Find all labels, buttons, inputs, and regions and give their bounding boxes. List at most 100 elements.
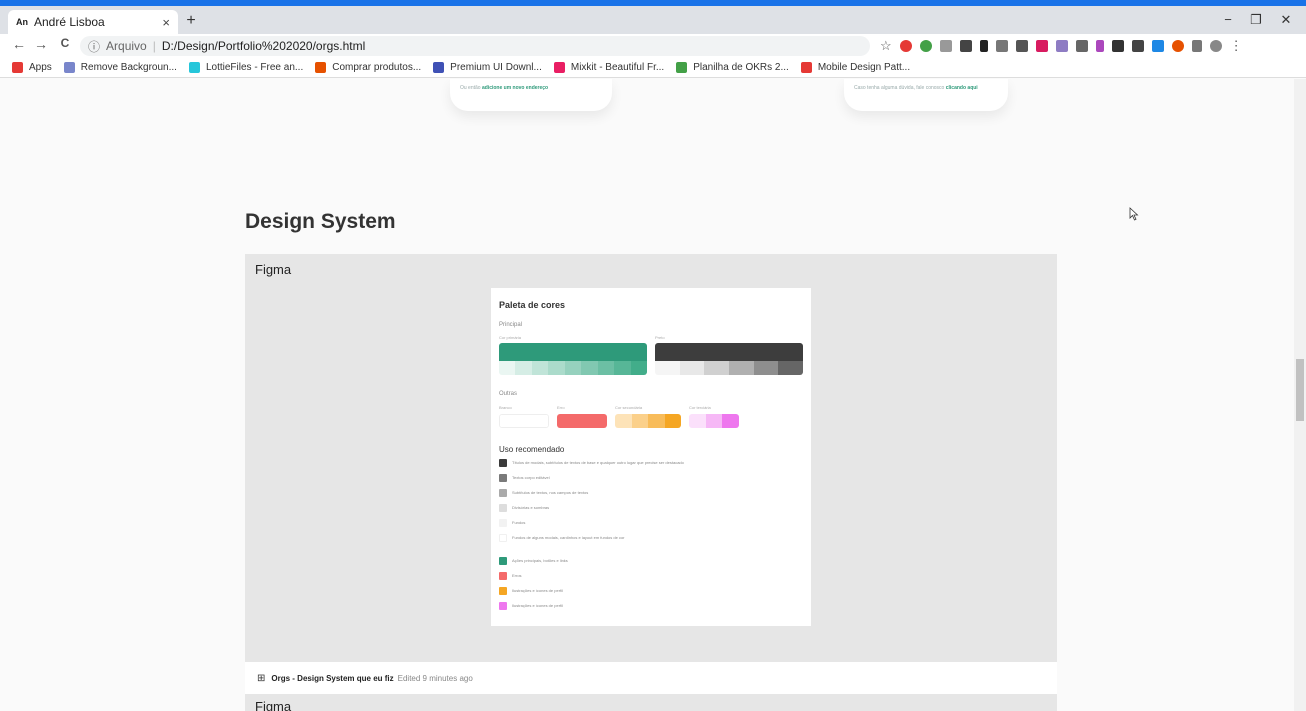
bookmark-label: Comprar produtos... xyxy=(332,62,422,73)
tab-close-icon[interactable]: × xyxy=(162,15,170,30)
outras-secundaria-label: Cor secundária xyxy=(615,405,643,410)
extension-window-icon[interactable] xyxy=(1131,40,1144,52)
bookmark-star-icon[interactable]: ☆ xyxy=(880,38,892,54)
bookmark-favicon-icon xyxy=(433,62,445,73)
uso-text: Títulos de modais, subtítulos de textos … xyxy=(512,460,684,465)
extension-grid-icon[interactable] xyxy=(995,40,1008,52)
extension-d-icon[interactable] xyxy=(979,40,988,52)
bookmark-item[interactable]: Mixkit - Beautiful Fr... xyxy=(553,62,665,73)
reload-icon[interactable]: C xyxy=(56,36,74,50)
add-address-link[interactable]: adicione um novo endereço xyxy=(482,85,548,91)
apps-grid-icon xyxy=(12,62,23,73)
extension-green-icon[interactable] xyxy=(919,40,932,52)
browser-tab[interactable]: An André Lisboa × xyxy=(8,10,178,34)
profile-icon[interactable] xyxy=(1209,40,1222,52)
embed2-label: Figma xyxy=(255,699,292,711)
scrollbar-thumb[interactable] xyxy=(1296,359,1304,421)
outras-label: Outras xyxy=(499,391,518,397)
figma-file-bar[interactable]: ⊞ Orgs - Design System que eu fiz Edited… xyxy=(245,662,1057,694)
uso-title: Uso recomendado xyxy=(499,445,565,454)
address-url: D:/Design/Portfolio%202020/orgs.html xyxy=(161,39,366,53)
primary-swatch xyxy=(499,343,647,361)
restore-icon[interactable]: ❐ xyxy=(1246,12,1266,28)
bookmark-label: Apps xyxy=(29,62,52,73)
uso-color-swatch xyxy=(499,503,507,512)
uso-color-swatch xyxy=(499,601,507,610)
uso-text: Ilustrações e ícones de perfil xyxy=(512,603,563,608)
bookmark-item[interactable]: LottieFiles - Free an... xyxy=(188,62,304,73)
site-info-icon[interactable]: ⓘ xyxy=(88,38,100,55)
error-swatch xyxy=(557,414,607,428)
extension-v-icon[interactable] xyxy=(1151,40,1164,52)
minimize-icon[interactable]: − xyxy=(1218,12,1238,27)
extension-avatar-icon[interactable] xyxy=(1171,40,1184,52)
extension-rainbow-icon[interactable] xyxy=(1055,40,1068,52)
new-tab-button[interactable]: + xyxy=(182,12,200,30)
embed-label: Figma xyxy=(255,262,292,277)
uso-item: Títulos de modais, subtítulos de textos … xyxy=(499,458,799,467)
extension-copy-icon[interactable] xyxy=(1111,40,1124,52)
help-card: Caso tenha alguma dúvida, fale conosco c… xyxy=(844,79,1008,111)
bookmark-item[interactable]: Apps xyxy=(12,62,52,73)
bookmark-label: Planilha de OKRs 2... xyxy=(693,62,789,73)
help-link[interactable]: clicando aqui xyxy=(946,85,978,91)
address-bar[interactable]: ⓘ Arquivo | D:/Design/Portfolio%202020/o… xyxy=(80,36,870,56)
bookmark-label: LottieFiles - Free an... xyxy=(205,62,304,73)
uso-color-swatch xyxy=(499,473,507,482)
extension-pen-icon[interactable] xyxy=(1095,40,1104,52)
figma-frame[interactable]: Paleta de cores Principal Cor primária P… xyxy=(491,288,811,626)
primary-tints xyxy=(499,361,647,375)
bookmark-item[interactable]: Comprar produtos... xyxy=(315,62,421,73)
uso-text: Textos corpo editável xyxy=(512,475,550,480)
bookmark-item[interactable]: Premium UI Downl... xyxy=(433,62,542,73)
uso-color-swatch xyxy=(499,488,507,497)
bookmark-label: Mobile Design Patt... xyxy=(817,62,911,73)
bookmark-label: Remove Backgroun... xyxy=(80,62,177,73)
extension-brush-icon[interactable] xyxy=(1075,40,1088,52)
uso-text: Fundos de alguns modais, cardinhos e lay… xyxy=(512,535,625,540)
address-separator: | xyxy=(152,39,156,53)
bookmark-item[interactable]: Remove Backgroun... xyxy=(63,62,177,73)
figma-embed-2[interactable]: Figma xyxy=(245,694,1057,711)
uso-item: Ilustrações e ícones de perfil xyxy=(499,601,799,610)
tertiary-swatch xyxy=(689,414,739,428)
extension-list-icon[interactable] xyxy=(1191,40,1202,52)
bookmark-favicon-icon xyxy=(315,62,327,73)
uso-item: Erros xyxy=(499,571,799,580)
figma-edited: Edited 9 minutes ago xyxy=(397,673,473,683)
extension-m-icon[interactable] xyxy=(1035,40,1048,52)
close-window-icon[interactable]: ✕ xyxy=(1276,12,1296,28)
bookmark-favicon-icon xyxy=(63,62,75,73)
outras-erro-label: Erro xyxy=(557,405,565,410)
uso-color-swatch xyxy=(499,518,507,527)
page-scrollbar[interactable] xyxy=(1294,79,1306,711)
extension-chat-icon[interactable] xyxy=(939,40,952,52)
browser-menu-icon[interactable]: ⋮ xyxy=(1230,38,1243,54)
color1-label: Cor primária xyxy=(499,335,522,340)
tab-title: André Lisboa xyxy=(34,15,105,29)
uso-item: Ações principais, botões e links xyxy=(499,556,799,565)
uso-color-swatch xyxy=(499,571,507,580)
uso-color-swatch xyxy=(499,556,507,565)
bookmark-item[interactable]: Mobile Design Patt... xyxy=(800,62,911,73)
card-right-text: Caso tenha alguma dúvida, fale conosco xyxy=(854,85,945,91)
uso-item: Subtítulos de textos, nos campos de text… xyxy=(499,488,799,497)
address-protocol: Arquivo xyxy=(106,39,147,53)
section-title: Design System xyxy=(245,210,396,233)
uso-item: Divisórias e sombras xyxy=(499,503,799,512)
bookmark-item[interactable]: Planilha de OKRs 2... xyxy=(676,62,789,73)
bookmark-label: Mixkit - Beautiful Fr... xyxy=(570,62,665,73)
forward-icon[interactable]: → xyxy=(32,36,50,52)
uso-item: Fundos xyxy=(499,518,799,527)
secondary-swatch xyxy=(615,414,681,428)
extension-photo-icon[interactable] xyxy=(1015,40,1028,52)
outras-terciaria-label: Cor terciária xyxy=(689,405,711,410)
back-icon[interactable]: ← xyxy=(10,36,28,52)
bookmark-label: Premium UI Downl... xyxy=(450,62,542,73)
palette-title: Paleta de cores xyxy=(499,300,566,310)
opera-icon[interactable] xyxy=(899,40,912,52)
figma-file-name[interactable]: Orgs - Design System que eu fiz xyxy=(271,674,393,683)
uso-item: Fundos de alguns modais, cardinhos e lay… xyxy=(499,533,799,542)
extension-dark-icon[interactable] xyxy=(959,40,972,52)
figma-embed[interactable]: Figma Paleta de cores Principal Cor prim… xyxy=(245,254,1057,662)
